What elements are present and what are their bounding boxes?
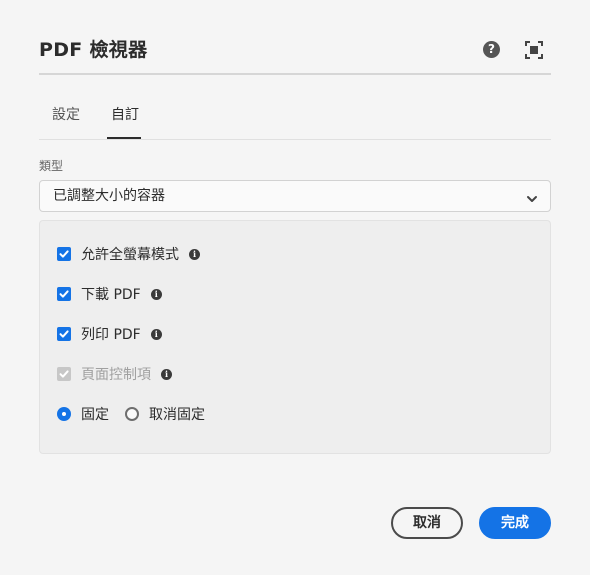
allow-fullscreen-checkbox[interactable] [57, 247, 71, 261]
page-controls-checkbox [57, 367, 71, 381]
download-pdf-label: 下載 PDF [81, 287, 141, 303]
cancel-button[interactable]: 取消 [391, 507, 463, 539]
done-button[interactable]: 完成 [479, 507, 551, 539]
dialog-title: PDF 檢視器 [39, 39, 148, 61]
option-print-pdf: 列印 PDF i [57, 324, 162, 344]
type-label: 類型 [39, 159, 64, 173]
info-icon[interactable]: i [150, 288, 162, 300]
allow-fullscreen-label: 允許全螢幕模式 [81, 247, 179, 263]
unfixed-radio[interactable] [125, 407, 139, 421]
dialog-header: PDF 檢視器 ? [39, 36, 551, 64]
option-page-controls: 頁面控制項 i [57, 364, 172, 384]
info-icon[interactable]: i [189, 248, 200, 260]
header-divider [39, 73, 551, 75]
info-icon[interactable]: i [161, 368, 172, 380]
option-download-pdf: 下載 PDF i [57, 284, 162, 304]
docking-radio-group: 固定 取消固定 [57, 404, 205, 424]
tab-custom[interactable]: 自訂 [111, 97, 139, 139]
info-icon[interactable]: i [150, 328, 162, 340]
page-controls-label: 頁面控制項 [81, 367, 151, 383]
chevron-down-icon [526, 190, 538, 202]
print-pdf-label: 列印 PDF [81, 327, 141, 343]
tab-settings[interactable]: 設定 [52, 97, 80, 139]
type-select[interactable]: 已調整大小的容器 [39, 180, 551, 212]
fixed-radio-label: 固定 [81, 407, 109, 423]
options-panel: 允許全螢幕模式 i 下載 PDF i 列印 PDF i 頁面控制項 i 固定 取… [39, 220, 551, 454]
option-allow-fullscreen: 允許全螢幕模式 i [57, 244, 200, 264]
help-circle-icon[interactable]: ? [483, 41, 500, 58]
tab-selected-indicator [107, 137, 141, 139]
pdf-viewer-dialog: PDF 檢視器 ? 設定 自訂 類型 已調整大小的容器 允許全螢幕模式 i 下載… [0, 0, 590, 575]
fullscreen-icon[interactable] [525, 41, 543, 59]
download-pdf-checkbox[interactable] [57, 287, 71, 301]
tab-bar: 設定 自訂 [39, 97, 551, 140]
print-pdf-checkbox[interactable] [57, 327, 71, 341]
type-select-value: 已調整大小的容器 [53, 188, 165, 204]
fixed-radio[interactable] [57, 407, 71, 421]
unfixed-radio-label: 取消固定 [149, 407, 205, 423]
